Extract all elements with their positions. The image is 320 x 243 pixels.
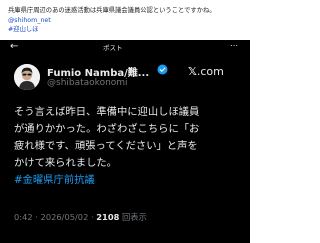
post-header-title: ポスト [103, 44, 123, 52]
tweet-line: が通りかかった。わざわざこちらに「お [14, 123, 200, 135]
author-handle[interactable]: @shibataokonomi [47, 78, 128, 88]
x-logo-icon: 𝕏 [188, 65, 197, 78]
tweet-line: そう言えば昨日、準備中に迎山しほ議員 [14, 106, 200, 118]
verified-badge-icon [157, 64, 168, 75]
back-arrow-icon[interactable]: ← [10, 41, 18, 52]
comment-text: 兵庫県庁周辺のあの迷惑活動は兵庫県議会議員公認ということですかね。 [8, 7, 216, 14]
comment-hashtag-link[interactable]: #迎山しほ [8, 25, 246, 35]
post-screenshot: ← ポスト ⋯ Fumio Namba/難... @shibataokonomi… [0, 40, 250, 243]
more-options-icon[interactable]: ⋯ [230, 41, 238, 50]
mention-link[interactable]: @shihom_net [8, 16, 246, 26]
page: 兵庫県庁周辺のあの迷惑活動は兵庫県議会議員公認ということですかね。 @shiho… [0, 0, 250, 243]
tweet-body: そう言えば昨日、準備中に迎山しほ議員 が通りかかった。わざわざこちらに「お 疲れ… [14, 104, 242, 189]
avatar-icon [14, 64, 40, 90]
comment-block: 兵庫県庁周辺のあの迷惑活動は兵庫県議会議員公認ということですかね。 @shiho… [8, 6, 246, 35]
tweet-line: 疲れ様です、頑張ってください」と声を [14, 140, 198, 152]
post-top-bar: ← ポスト ⋯ [0, 40, 250, 54]
author-name[interactable]: Fumio Namba/難... [47, 64, 149, 79]
tweet-line: かけて来られました。 [14, 157, 117, 169]
tweet-hashtag-link[interactable]: #金曜県庁前抗議 [14, 172, 242, 189]
views-label: 回表示 [119, 212, 147, 222]
x-logo: 𝕏.com [188, 65, 224, 78]
post-meta: 0:42 · 2026/05/02 · 2108 回表示 [14, 211, 147, 223]
x-domain-text: .com [196, 65, 224, 78]
post-timestamp[interactable]: 0:42 · 2026/05/02 · [14, 212, 96, 222]
avatar[interactable] [14, 64, 40, 90]
views-count: 2108 [96, 212, 120, 222]
